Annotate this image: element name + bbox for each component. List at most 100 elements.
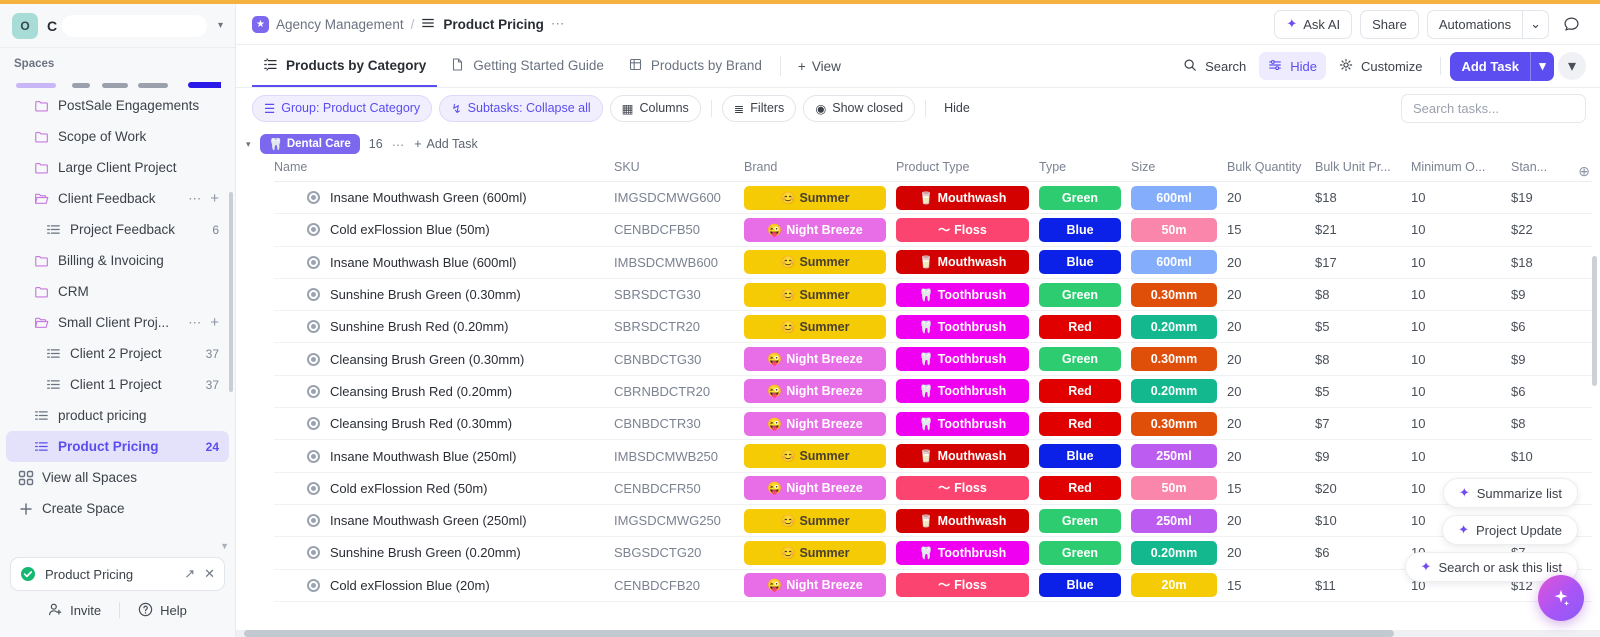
product-type-pill[interactable]: 🦷 Toothbrush (896, 411, 1029, 436)
cell-minimum-order[interactable]: 10 (1411, 342, 1511, 376)
sidebar-item-client-2-project[interactable]: Client 2 Project 37 (6, 338, 229, 369)
cell-product-type[interactable]: 🥛 Mouthwash (896, 246, 1039, 279)
type-pill[interactable]: Green (1039, 540, 1121, 565)
brand-pill[interactable]: 😊 Summer (744, 314, 886, 339)
sidebar-item-product-pricing[interactable]: product pricing (6, 400, 229, 431)
cell-sku[interactable]: CENBDCFB20 (614, 569, 744, 602)
task-status-icon[interactable] (307, 578, 320, 592)
group-by-chip[interactable]: ☰ Group: Product Category (252, 94, 433, 122)
sidebar-item-add-icon[interactable]: + (210, 191, 219, 206)
cell-bulk-quantity[interactable]: 15 (1227, 213, 1315, 247)
cell-name[interactable]: Insane Mouthwash Blue (250ml) (274, 439, 614, 473)
brand-pill[interactable]: 😊 Summer (744, 250, 886, 275)
type-pill[interactable]: Red (1039, 379, 1121, 404)
type-pill[interactable]: Red (1039, 476, 1121, 501)
type-pill[interactable]: Blue (1039, 217, 1121, 242)
more-options-button[interactable]: ▾ (1558, 52, 1586, 80)
sidebar-item-postsale-engagements[interactable]: PostSale Engagements (6, 90, 229, 121)
type-pill[interactable]: Green (1039, 185, 1121, 210)
product-type-pill[interactable]: 🦷 Toothbrush (896, 540, 1029, 565)
size-pill[interactable]: 50m (1131, 217, 1217, 242)
columns-chip[interactable]: ▦ Columns (609, 94, 701, 122)
cell-type[interactable]: Blue (1039, 569, 1131, 602)
task-status-icon[interactable] (307, 384, 320, 398)
sidebar-item-client-feedback[interactable]: Client Feedback ⋯ + (6, 183, 229, 214)
sidebar-create-space[interactable]: Create Space (6, 493, 229, 524)
cell-bulk-unit-price[interactable]: $10 (1315, 504, 1411, 538)
cell-type[interactable]: Red (1039, 407, 1131, 441)
automations-button[interactable]: Automations (1426, 9, 1523, 39)
task-status-icon[interactable] (307, 546, 320, 560)
cell-type[interactable]: Green (1039, 504, 1131, 538)
customize-button[interactable]: Customize (1330, 52, 1431, 80)
cell-sku[interactable]: CBRNBDCTR20 (614, 375, 744, 409)
table-row[interactable]: Insane Mouthwash Green (600ml) IMGSDCMWG6… (274, 181, 1592, 215)
ai-assistant-fab[interactable] (1538, 575, 1584, 621)
cell-size[interactable]: 0.20mm (1131, 375, 1227, 409)
size-pill[interactable]: 0.30mm (1131, 347, 1217, 372)
cell-name[interactable]: Cold exFlossion Red (50m) (274, 472, 614, 505)
cell-name[interactable]: Insane Mouthwash Green (600ml) (274, 181, 614, 215)
search-comment-icon[interactable] (1557, 10, 1586, 39)
cell-minimum-order[interactable]: 10 (1411, 310, 1511, 344)
size-pill[interactable]: 50m (1131, 476, 1217, 501)
cell-bulk-unit-price[interactable]: $8 (1315, 342, 1411, 376)
brand-pill[interactable]: 😊 Summer (744, 540, 886, 565)
cell-standard-price[interactable]: $18 (1511, 246, 1592, 279)
horizontal-scrollbar[interactable] (236, 630, 1600, 637)
table-row[interactable]: Insane Mouthwash Blue (600ml) IMBSDCMWB60… (274, 246, 1592, 279)
cell-name[interactable]: Sunshine Brush Red (0.20mm) (274, 310, 614, 344)
cell-minimum-order[interactable]: 10 (1411, 278, 1511, 312)
type-pill[interactable]: Green (1039, 282, 1121, 307)
brand-pill[interactable]: 😊 Summer (744, 444, 886, 469)
breadcrumb-more-icon[interactable]: ⋯ (551, 16, 566, 32)
column-header[interactable]: Bulk Quantity (1227, 160, 1315, 182)
cell-brand[interactable]: 😜 Night Breeze (744, 213, 896, 247)
brand-pill[interactable]: 😜 Night Breeze (744, 379, 886, 404)
cell-minimum-order[interactable]: 10 (1411, 213, 1511, 247)
brand-pill[interactable]: 😜 Night Breeze (744, 573, 886, 598)
cell-brand[interactable]: 😜 Night Breeze (744, 375, 896, 409)
cell-bulk-unit-price[interactable]: $11 (1315, 569, 1411, 602)
cell-type[interactable]: Red (1039, 472, 1131, 505)
cell-bulk-quantity[interactable]: 20 (1227, 246, 1315, 279)
type-pill[interactable]: Red (1039, 411, 1121, 436)
cell-brand[interactable]: 😜 Night Breeze (744, 407, 896, 441)
size-pill[interactable]: 0.30mm (1131, 411, 1217, 436)
cell-sku[interactable]: IMBSDCMWB600 (614, 246, 744, 279)
cell-type[interactable]: Green (1039, 342, 1131, 376)
cell-sku[interactable]: CBNBDCTR30 (614, 407, 744, 441)
cell-bulk-quantity[interactable]: 20 (1227, 439, 1315, 473)
cell-brand[interactable]: 😊 Summer (744, 310, 896, 344)
cell-size[interactable]: 0.30mm (1131, 342, 1227, 376)
automations-caret-button[interactable]: ⌄ (1522, 9, 1549, 39)
ai-suggestion-project-update[interactable]: ✦ Project Update (1442, 515, 1578, 545)
task-status-icon[interactable] (307, 449, 320, 463)
brand-pill[interactable]: 😊 Summer (744, 508, 886, 533)
tab-products-by-brand[interactable]: Products by Brand (617, 45, 773, 87)
product-type-pill[interactable]: 🥛 Mouthwash (896, 444, 1029, 469)
cell-sku[interactable]: CENBDCFR50 (614, 472, 744, 505)
product-type-pill[interactable]: 🥛 Mouthwash (896, 250, 1029, 275)
cell-sku[interactable]: SBRSDCTR20 (614, 310, 744, 344)
tab-getting-started-guide[interactable]: Getting Started Guide (439, 45, 615, 87)
cell-product-type[interactable]: 🦷 Toothbrush (896, 375, 1039, 409)
filters-chip[interactable]: ≣ Filters (721, 94, 797, 122)
brand-pill[interactable]: 😜 Night Breeze (744, 217, 886, 242)
sidebar-item-scope-of-work[interactable]: Scope of Work (6, 121, 229, 152)
cell-sku[interactable]: SBRSDCTG30 (614, 278, 744, 312)
product-type-pill[interactable]: 〜 Floss (896, 573, 1029, 598)
table-row[interactable]: Cold exFlossion Red (50m) CENBDCFR50 😜 Nigh… (274, 472, 1592, 505)
group-status-pill[interactable]: 🦷 Dental Care (259, 134, 360, 154)
hide-fields-button[interactable]: Hide (1259, 52, 1327, 80)
product-type-pill[interactable]: 〜 Floss (896, 217, 1029, 242)
cell-standard-price[interactable]: $19 (1511, 181, 1592, 215)
column-header[interactable]: Product Type (896, 160, 1039, 182)
cell-brand[interactable]: 😜 Night Breeze (744, 569, 896, 602)
cell-standard-price[interactable]: $6 (1511, 310, 1592, 344)
cell-size[interactable]: 600ml (1131, 246, 1227, 279)
cell-bulk-quantity[interactable]: 20 (1227, 310, 1315, 344)
cell-brand[interactable]: 😜 Night Breeze (744, 472, 896, 505)
size-pill[interactable]: 600ml (1131, 250, 1217, 275)
breadcrumb-space[interactable]: Agency Management (276, 17, 404, 32)
